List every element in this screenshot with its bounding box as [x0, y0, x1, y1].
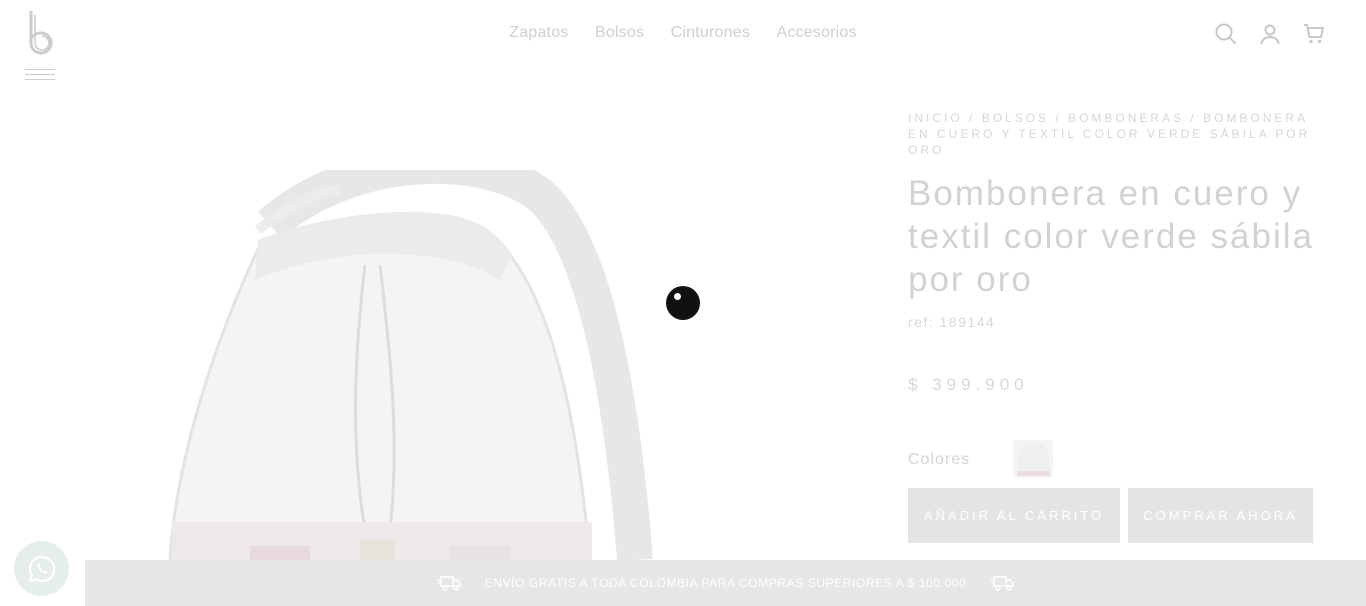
buy-now-button[interactable]: COMPRAR AHORA: [1128, 488, 1313, 543]
nav-zapatos[interactable]: Zapatos: [509, 24, 568, 42]
site-header: Zapatos Bolsos Cinturones Accesorios: [0, 0, 1366, 80]
search-icon[interactable]: [1214, 20, 1238, 48]
zoom-lens-indicator[interactable]: [666, 286, 700, 320]
whatsapp-icon: [27, 555, 55, 583]
breadcrumb-bomboneras[interactable]: BOMBONERAS: [1068, 111, 1184, 125]
breadcrumb-separator: /: [962, 111, 982, 125]
color-swatch[interactable]: [1013, 440, 1053, 478]
product-image[interactable]: [150, 147, 710, 562]
free-shipping-text: ENVÍO GRATIS A TODA COLOMBIA PARA COMPRA…: [484, 576, 967, 590]
header-icons: [1214, 20, 1326, 48]
breadcrumb-inicio[interactable]: INICIO: [908, 111, 963, 125]
product-price: $ 399.900: [908, 375, 1029, 394]
nav-cinturones[interactable]: Cinturones: [671, 24, 750, 42]
breadcrumb-separator: /: [1049, 111, 1069, 125]
nav-bolsos[interactable]: Bolsos: [595, 24, 644, 42]
colors-label: Colores: [908, 451, 971, 468]
brand-logo[interactable]: [26, 9, 56, 55]
cart-icon[interactable]: [1302, 20, 1326, 48]
whatsapp-button[interactable]: [14, 541, 69, 596]
product-ref: ref: 189144: [908, 314, 996, 330]
breadcrumb: INICIO / BOLSOS / BOMBONERAS / BOMBONERA…: [908, 110, 1318, 158]
free-shipping-bar: ENVÍO GRATIS A TODA COLOMBIA PARA COMPRA…: [85, 560, 1366, 606]
main-nav: Zapatos Bolsos Cinturones Accesorios: [0, 24, 1366, 42]
user-icon[interactable]: [1258, 20, 1282, 48]
breadcrumb-separator: /: [1184, 111, 1204, 125]
truck-icon: [990, 576, 1015, 591]
menu-hamburger-button[interactable]: [25, 69, 55, 83]
breadcrumb-bolsos[interactable]: BOLSOS: [982, 111, 1049, 125]
truck-icon: [436, 576, 461, 591]
product-title: Bombonera en cuero y textil color verde …: [908, 174, 1314, 299]
nav-accesorios[interactable]: Accesorios: [776, 24, 856, 42]
add-to-cart-button[interactable]: AÑADIR AL CARRITO: [908, 488, 1120, 543]
